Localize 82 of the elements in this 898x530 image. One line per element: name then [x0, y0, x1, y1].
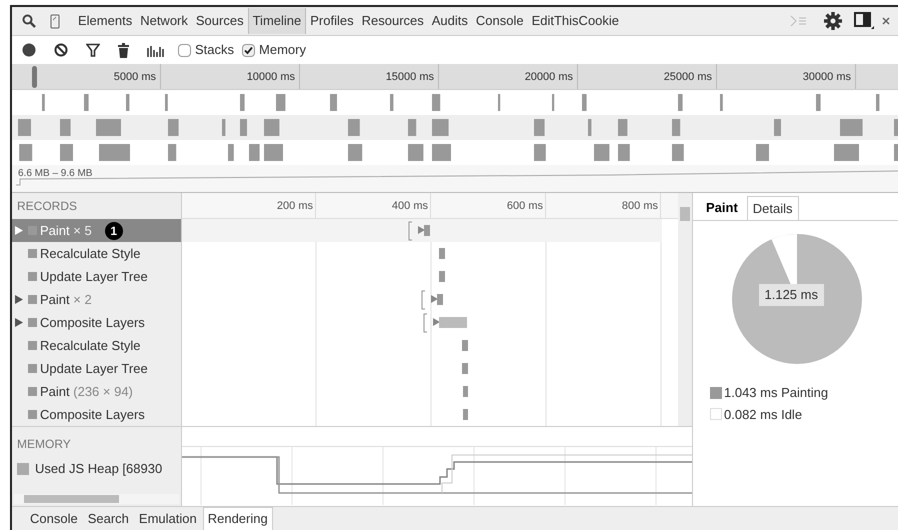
- clear-icon[interactable]: [54, 43, 68, 57]
- record-label: Paint × 2: [40, 290, 92, 309]
- record-label: Composite Layers: [40, 314, 145, 332]
- record-swatch-icon: [28, 318, 37, 327]
- scrollbar[interactable]: [678, 193, 692, 426]
- record-row[interactable]: Paint (236 × 94): [12, 380, 181, 403]
- memory-header: MEMORY: [17, 436, 72, 453]
- settings-icon[interactable]: [824, 12, 842, 30]
- tick-label: 400 ms: [392, 200, 428, 212]
- record-row[interactable]: Update Layer Tree: [12, 357, 181, 380]
- search-icon[interactable]: [22, 14, 36, 28]
- device-mode-icon[interactable]: [50, 14, 60, 28]
- record-swatch-icon: [28, 272, 37, 281]
- panel-tab[interactable]: Timeline: [248, 8, 306, 34]
- record-row[interactable]: Recalculate Style: [12, 242, 181, 265]
- drawer-tab[interactable]: Console: [26, 507, 82, 530]
- checkbox[interactable]: [178, 44, 191, 56]
- tick-label: 30000 ms: [802, 71, 851, 83]
- legend-label: 0.082 ms Idle: [724, 406, 802, 424]
- expand-arrow-icon[interactable]: [15, 295, 23, 304]
- record-row[interactable]: Paint × 2: [12, 288, 181, 311]
- callout-badge: 1: [104, 222, 123, 240]
- record-row[interactable]: Recalculate Style: [12, 334, 181, 357]
- drawer-tab[interactable]: Emulation: [134, 507, 201, 530]
- panel-tab[interactable]: Resources: [358, 8, 428, 34]
- record-swatch-icon: [28, 364, 37, 373]
- panel-tab[interactable]: Network: [136, 8, 192, 34]
- legend-swatch-icon: [710, 408, 722, 420]
- panel-tab[interactable]: Console: [472, 8, 528, 34]
- tick-label: 200 ms: [276, 200, 313, 212]
- dock-icon[interactable]: [854, 12, 874, 30]
- record-swatch-icon: [28, 249, 37, 258]
- range-handle[interactable]: [32, 66, 37, 88]
- record-swatch-icon: [28, 387, 37, 396]
- tick-label: 800 ms: [622, 200, 658, 212]
- panel-tab[interactable]: EditThisCookie: [528, 8, 624, 34]
- record-label: Update Layer Tree: [40, 360, 148, 378]
- expand-arrow-icon[interactable]: [15, 226, 23, 235]
- panel-tab[interactable]: Audits: [428, 8, 472, 34]
- tick-label: 20000 ms: [524, 71, 573, 83]
- record-row[interactable]: Composite Layers: [12, 403, 181, 426]
- tick-label: 5000 ms: [114, 71, 156, 83]
- record-row[interactable]: Paint × 5 1: [12, 219, 181, 242]
- counter-label: Used JS Heap [68930: [35, 460, 162, 478]
- tick-label: 25000 ms: [664, 71, 712, 83]
- record-icon[interactable]: [22, 43, 36, 57]
- record-label: Recalculate Style: [40, 244, 140, 263]
- record-label: Paint (236 × 94): [40, 382, 133, 401]
- horizontal-scrollbar[interactable]: [14, 494, 179, 504]
- tick-label: 15000 ms: [386, 71, 434, 83]
- record-label: Recalculate Style: [40, 336, 140, 355]
- checkbox-label: Stacks: [195, 41, 234, 60]
- panel-tab[interactable]: Elements: [74, 8, 136, 34]
- record-row[interactable]: Composite Layers: [12, 311, 181, 334]
- record-label: Update Layer Tree: [40, 268, 148, 286]
- filter-icon[interactable]: [86, 43, 100, 57]
- checkbox[interactable]: [242, 44, 256, 56]
- close-icon[interactable]: [882, 17, 890, 25]
- drawer-tab[interactable]: Rendering: [202, 507, 273, 530]
- record-swatch-icon: [28, 295, 37, 304]
- details-tab[interactable]: Paint: [701, 196, 743, 220]
- panel-tab[interactable]: Profiles: [306, 8, 358, 34]
- legend-label: 1.043 ms Painting: [724, 384, 828, 402]
- bar-chart-icon[interactable]: [147, 44, 166, 56]
- records-header: RECORDS: [17, 198, 78, 215]
- record-swatch-icon: [28, 341, 37, 350]
- panel-tab[interactable]: Sources: [192, 8, 248, 34]
- record-swatch-icon: [28, 410, 37, 419]
- tick-label: 10000 ms: [246, 71, 295, 83]
- expand-arrow-icon[interactable]: [15, 318, 23, 327]
- pie-total: 1.125 ms: [758, 284, 824, 306]
- drawer-tab[interactable]: Search: [84, 507, 133, 530]
- legend-swatch-icon: [710, 386, 722, 399]
- record-label: Composite Layers: [40, 406, 145, 424]
- counter-swatch-icon: [17, 462, 29, 475]
- memory-range: 6.6 MB – 9.6 MB: [18, 167, 92, 181]
- record-label: Paint × 5: [40, 222, 92, 240]
- record-row[interactable]: Update Layer Tree: [12, 265, 181, 288]
- checkbox-label: Memory: [259, 41, 306, 60]
- trash-icon[interactable]: [118, 42, 129, 58]
- details-tab[interactable]: Details: [746, 196, 799, 220]
- tick-label: 600 ms: [506, 200, 543, 212]
